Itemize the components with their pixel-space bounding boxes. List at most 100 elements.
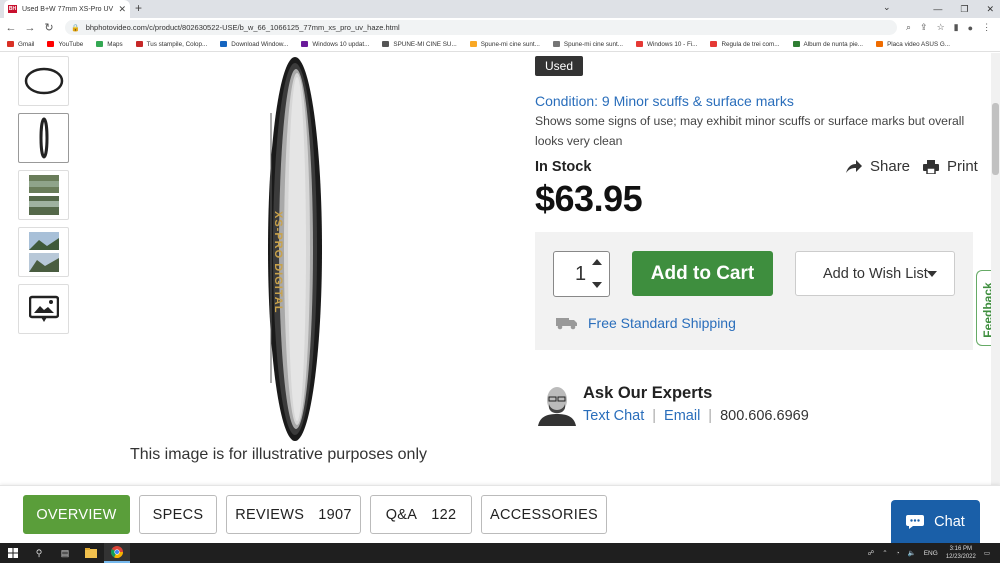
- bookmark-item[interactable]: Tus stampile, Colop...: [135, 41, 207, 48]
- filter-front-thumb: [24, 67, 63, 95]
- tab-overview[interactable]: OVERVIEW: [23, 495, 130, 534]
- minimize-icon[interactable]: —: [933, 4, 942, 14]
- address-bar[interactable]: 🔒 bhphotovideo.com/c/product/802630522-U…: [65, 20, 897, 35]
- browser-tab-strip: BH Used B+W 77mm XS-Pro UV Haz ✕ + ⌄ — ❐…: [0, 0, 1000, 18]
- bookmark-label: SPUNE-MI CINE SU...: [393, 40, 457, 48]
- add-to-wish-list-button[interactable]: Add to Wish List: [795, 251, 955, 296]
- stock-status: In Stock: [535, 159, 592, 175]
- landscape-thumb: [28, 175, 59, 215]
- tab-count: 1907: [318, 506, 352, 523]
- price: $63.95: [535, 178, 643, 219]
- bookmark-label: Album de nunta pie...: [803, 40, 864, 48]
- bookmark-item[interactable]: Spune-mi cine sunt...: [552, 40, 624, 48]
- share-label: Share: [870, 158, 911, 175]
- text-chat-link[interactable]: Text Chat: [583, 408, 644, 424]
- caret-down-icon[interactable]: [927, 271, 937, 277]
- share-page-icon[interactable]: ⇪: [920, 22, 928, 33]
- chrome-icon[interactable]: [104, 543, 130, 563]
- bookmark-favicon-icon: [636, 41, 644, 47]
- truck-icon: [556, 318, 577, 330]
- bookmark-item[interactable]: SPUNE-MI CINE SU...: [382, 40, 457, 48]
- scrollbar-thumb[interactable]: [992, 103, 999, 175]
- tab-qa[interactable]: Q&A 122: [370, 495, 472, 534]
- start-icon[interactable]: [0, 543, 26, 563]
- tab-specs[interactable]: SPECS: [139, 495, 217, 534]
- thumbnail-side[interactable]: [18, 113, 69, 163]
- bookmark-favicon-icon: [47, 41, 55, 47]
- notifications-icon[interactable]: ▭: [984, 549, 990, 557]
- share-button[interactable]: Share: [846, 158, 910, 175]
- tab-search-icon[interactable]: ⌄: [883, 2, 891, 13]
- bookmark-label: Spune-mi cine sunt...: [563, 40, 624, 48]
- bh-favicon-icon: BH: [8, 5, 17, 13]
- condition-description: Shows some signs of use; may exhibit min…: [535, 114, 965, 148]
- bookmark-item[interactable]: Windows 10 updat...: [301, 41, 369, 48]
- bookmark-favicon-icon: [220, 41, 228, 47]
- tab-label: ACCESSORIES: [489, 506, 599, 523]
- new-tab-icon[interactable]: +: [135, 1, 142, 15]
- browser-tab[interactable]: BH Used B+W 77mm XS-Pro UV Haz ✕: [4, 0, 130, 18]
- file-explorer-icon[interactable]: [78, 543, 104, 563]
- thumbnail-gallery[interactable]: [18, 284, 69, 334]
- bookmark-star-icon[interactable]: ☆: [937, 22, 945, 33]
- volume-icon[interactable]: 🔈: [908, 549, 916, 557]
- bookmark-label: Spune-mi cine sunt...: [480, 40, 540, 48]
- bookmark-label: Placa video ASUS G...: [887, 40, 951, 48]
- bookmark-item[interactable]: Gmail: [7, 41, 34, 48]
- quantity-value: 1: [575, 263, 587, 285]
- bookmark-label: Windows 10 - Fi...: [647, 40, 698, 48]
- bookmarks-bar: Gmail YouTube Maps Tus stampile, Colop... Do…: [0, 37, 1000, 52]
- email-link[interactable]: Email: [664, 408, 700, 424]
- add-to-cart-button[interactable]: Add to Cart: [632, 251, 773, 296]
- menu-icon[interactable]: ⋮: [982, 22, 991, 33]
- bookmark-item[interactable]: YouTube: [47, 41, 83, 48]
- profile-icon[interactable]: ●: [968, 23, 973, 33]
- forward-icon[interactable]: →: [22, 22, 38, 34]
- thumbnail-front[interactable]: [18, 56, 69, 106]
- tab-accessories[interactable]: ACCESSORIES: [481, 495, 607, 534]
- vertical-scrollbar[interactable]: [991, 53, 1000, 485]
- decrement-icon[interactable]: [592, 282, 602, 288]
- windows-taskbar: ⚲ ▤ ☍ ⌃ ◔ 🔈 ENG 3:16 PM 12/23/2022 ▭: [0, 543, 1000, 563]
- reload-icon[interactable]: ↻: [41, 21, 57, 34]
- side-panel-icon[interactable]: ▮: [954, 22, 959, 33]
- bookmark-item[interactable]: Placa video ASUS G...: [876, 41, 950, 48]
- thumbnail-sample-1[interactable]: [18, 170, 69, 220]
- bookmark-favicon-icon: [96, 41, 104, 47]
- search-icon[interactable]: ⚲: [26, 543, 52, 563]
- close-tab-icon[interactable]: ✕: [118, 4, 126, 15]
- tab-reviews[interactable]: REVIEWS 1907: [226, 495, 361, 534]
- people-icon[interactable]: ☍: [868, 549, 875, 557]
- tray-chevron-icon[interactable]: ⌃: [882, 549, 887, 557]
- zoom-icon[interactable]: ⌕: [906, 22, 911, 33]
- chat-button[interactable]: Chat: [891, 500, 980, 543]
- task-view-icon[interactable]: ▤: [52, 543, 78, 563]
- product-filter-image[interactable]: XS-PRO DIGITAL: [259, 53, 329, 445]
- bookmark-item[interactable]: Maps: [96, 41, 123, 48]
- bookmark-label: YouTube: [58, 40, 84, 48]
- clock[interactable]: 3:16 PM 12/23/2022: [946, 545, 976, 561]
- bookmark-favicon-icon: [552, 41, 560, 47]
- increment-icon[interactable]: [592, 259, 602, 265]
- back-icon[interactable]: ←: [3, 22, 19, 34]
- network-icon[interactable]: ◔: [896, 550, 900, 557]
- bookmark-item[interactable]: Album de nunta pie...: [792, 40, 864, 48]
- condition-link[interactable]: Condition: 9 Minor scuffs & surface mark…: [535, 93, 794, 109]
- thumbnail-sample-2[interactable]: [18, 227, 69, 277]
- close-window-icon[interactable]: ✕: [986, 4, 994, 15]
- bookmark-favicon-icon: [469, 41, 477, 47]
- bookmark-item[interactable]: Windows 10 - Fi...: [636, 41, 697, 48]
- bookmark-item[interactable]: Spune-mi cine sunt...: [469, 40, 540, 48]
- free-shipping-link[interactable]: Free Standard Shipping: [556, 315, 736, 331]
- share-icon: [846, 159, 862, 173]
- print-button[interactable]: Print: [923, 158, 978, 175]
- product-page: XS-PRO DIGITAL This image is for illustr…: [0, 53, 1000, 485]
- bookmark-label: Gmail: [18, 40, 35, 48]
- bookmark-item[interactable]: Regula de trei com...: [710, 41, 780, 48]
- language-indicator[interactable]: ENG: [924, 550, 938, 557]
- quantity-stepper[interactable]: 1: [553, 251, 610, 297]
- maximize-icon[interactable]: ❐: [960, 4, 968, 15]
- phone-number[interactable]: 800.606.6969: [720, 408, 809, 424]
- bookmark-item[interactable]: Download Window...: [220, 41, 288, 48]
- tab-label: Q&A: [385, 506, 418, 523]
